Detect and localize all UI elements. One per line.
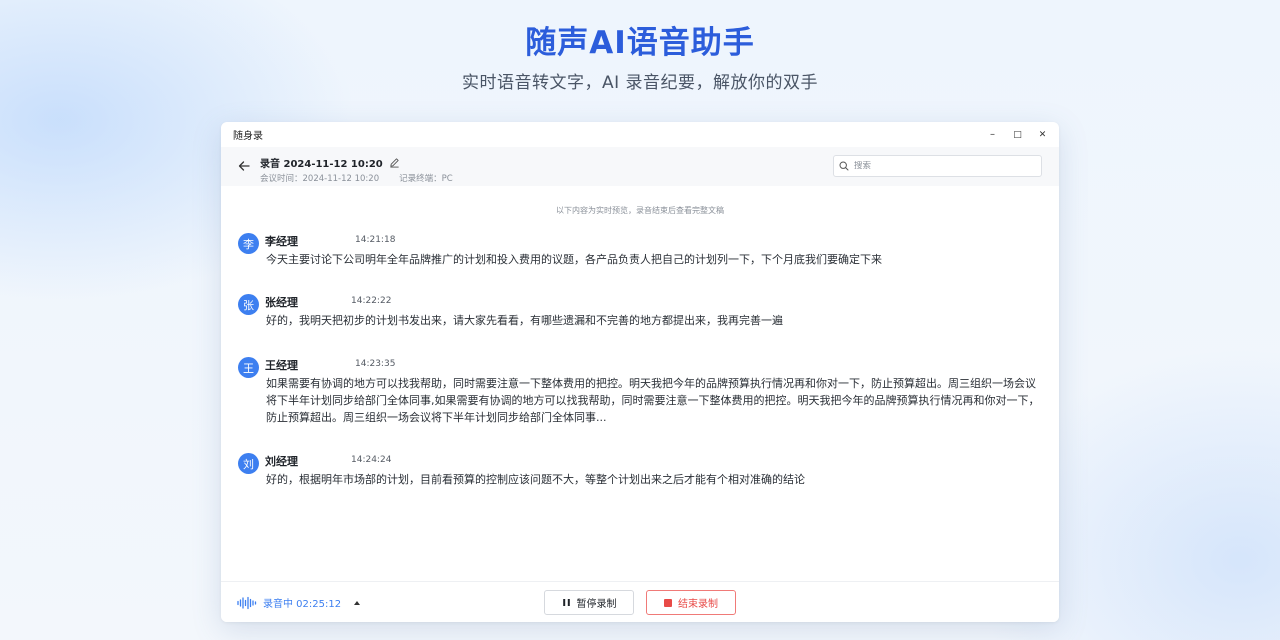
speaker-name: 李经理	[265, 235, 298, 248]
preview-notice: 以下内容为实时预览，录音结束后查看完整文稿	[556, 206, 724, 215]
recording-status-text: 录音中 02:25:12	[263, 599, 342, 610]
record-title-text: 录音 2024-11-12 10:20	[260, 159, 383, 170]
message-time: 14:23:35	[355, 359, 396, 369]
recording-status: 录音中 02:25:12	[237, 595, 361, 610]
message-text: 好的，我明天把初步的计划书发出来，请大家先看看，有哪些遗漏和不完善的地方都提出来…	[266, 314, 783, 327]
stop-icon	[664, 598, 672, 607]
message-time: 14:22:22	[351, 296, 392, 306]
search-icon	[839, 161, 849, 171]
titlebar: 随身录 – □ ✕	[221, 122, 1059, 147]
edit-icon[interactable]	[389, 157, 400, 168]
hero-title: 随声AI语音助手	[525, 25, 755, 61]
record-header: 录音 2024-11-12 10:20 会议时间：2024-11-12 10:2…	[221, 147, 1059, 186]
speaker-name: 王经理	[265, 359, 298, 372]
window-title: 随身录	[233, 131, 263, 142]
pause-label: 暂停录制	[576, 599, 617, 610]
speaker-name: 张经理	[265, 296, 298, 309]
recording-bar: 录音中 02:25:12 暂停录制 结束录制	[221, 581, 1059, 622]
message-text: 今天主要讨论下公司明年全年品牌推广的计划和投入费用的议题，各产品负责人把自己的计…	[266, 253, 882, 266]
maximize-button[interactable]: □	[1005, 122, 1030, 147]
stop-recording-button[interactable]: 结束录制	[646, 590, 736, 615]
message-time: 14:24:24	[351, 455, 392, 465]
hero-subtitle: 实时语音转文字，AI 录音纪要，解放你的双手	[461, 73, 819, 93]
avatar: 刘	[238, 453, 259, 474]
waveform-icon	[237, 596, 257, 609]
message-time: 14:21:18	[355, 235, 396, 245]
avatar: 王	[238, 357, 259, 378]
pause-recording-button[interactable]: 暂停录制	[544, 590, 634, 615]
speaker-name: 刘经理	[265, 455, 298, 468]
meeting-time: 会议时间：2024-11-12 10:20	[260, 174, 380, 184]
message-text: 如果需要有协调的地方可以找我帮助，同时需要注意一下整体费用的把控。明天我把今年的…	[266, 377, 1040, 424]
avatar: 张	[238, 294, 259, 315]
minimize-button[interactable]: –	[980, 122, 1005, 147]
app-window: 随身录 – □ ✕ 录音 2024-11-12 10:20 会议时间：2024-…	[221, 122, 1059, 622]
caret-up-icon[interactable]	[353, 599, 361, 607]
avatar: 李	[238, 233, 259, 254]
search-input[interactable]	[854, 161, 1034, 171]
close-button[interactable]: ✕	[1030, 122, 1055, 147]
back-arrow-icon[interactable]	[237, 159, 251, 173]
pause-icon	[562, 599, 570, 606]
transcript-area: 以下内容为实时预览，录音结束后查看完整文稿 李 李经理 14:21:18 今天主…	[221, 186, 1059, 580]
record-meta: 会议时间：2024-11-12 10:20 记录终端：PC	[260, 172, 453, 184]
search-box[interactable]	[833, 155, 1042, 177]
message-text: 好的，根据明年市场部的计划，目前看预算的控制应该问题不大，等整个计划出来之后才能…	[266, 473, 805, 486]
record-title: 录音 2024-11-12 10:20	[260, 155, 400, 170]
record-device: 记录终端：PC	[399, 174, 453, 184]
stop-label: 结束录制	[678, 599, 718, 610]
window-controls: – □ ✕	[980, 122, 1055, 147]
